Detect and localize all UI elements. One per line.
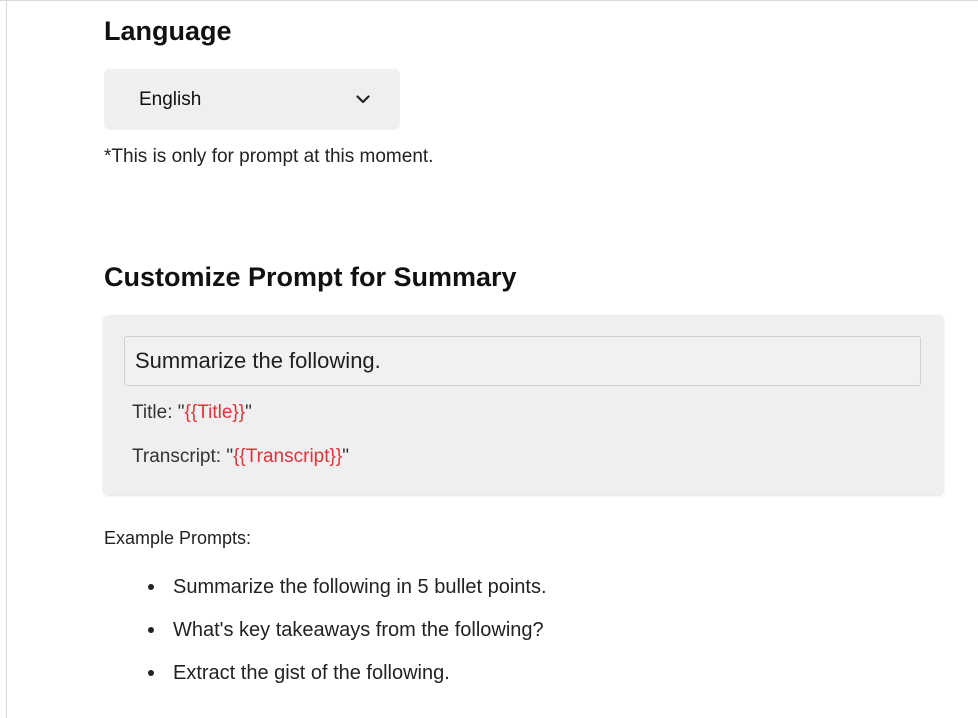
- transcript-variable-token: {{Transcript}}: [233, 446, 343, 467]
- title-variable-token: {{Title}}: [184, 402, 246, 423]
- bullet-icon: [148, 627, 154, 633]
- prompt-panel: Title: "{{Title}}" Transcript: "{{Transc…: [103, 315, 944, 495]
- language-select[interactable]: English: [104, 69, 400, 130]
- example-prompt-text: Summarize the following in 5 bullet poin…: [173, 576, 547, 598]
- title-quote-close: ": [245, 402, 252, 423]
- examples-heading: Example Prompts:: [104, 528, 252, 548]
- prompt-input[interactable]: [124, 336, 921, 386]
- frame-top-border: [0, 0, 978, 1]
- list-item: Extract the gist of the following.: [148, 658, 547, 701]
- transcript-quote-close: ": [342, 446, 349, 467]
- title-label: Title: ": [132, 402, 185, 423]
- title-variable-line: Title: "{{Title}}": [132, 402, 252, 424]
- examples-list: Summarize the following in 5 bullet poin…: [148, 572, 547, 701]
- example-prompt-text: Extract the gist of the following.: [173, 662, 450, 684]
- list-item: What's key takeaways from the following?: [148, 615, 547, 658]
- prompt-heading: Customize Prompt for Summary: [104, 262, 517, 292]
- bullet-icon: [148, 584, 154, 590]
- bullet-icon: [148, 670, 154, 676]
- transcript-label: Transcript: ": [132, 446, 234, 467]
- frame-left-border: [6, 0, 7, 718]
- language-select-value: English: [139, 88, 202, 110]
- language-heading: Language: [104, 16, 232, 46]
- example-prompt-text: What's key takeaways from the following?: [173, 619, 544, 641]
- chevron-down-icon: [354, 91, 372, 109]
- transcript-variable-line: Transcript: "{{Transcript}}": [132, 446, 349, 468]
- list-item: Summarize the following in 5 bullet poin…: [148, 572, 547, 615]
- language-note: *This is only for prompt at this moment.: [104, 146, 434, 167]
